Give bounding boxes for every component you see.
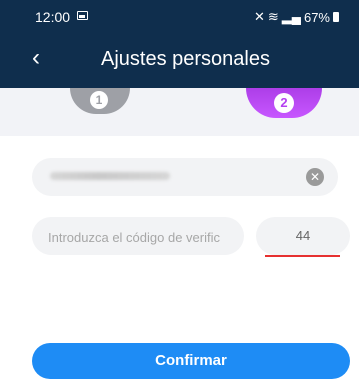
confirm-button[interactable]: Confirmar <box>32 343 350 379</box>
status-indicators: ✕ ≋ ▂▄ 67% <box>254 9 339 25</box>
step-1-number: 1 <box>90 91 108 109</box>
signal-icon: ▂▄ <box>281 9 301 24</box>
resend-countdown-button[interactable]: 44 <box>256 217 350 255</box>
step-indicator: 1 2 <box>0 88 359 136</box>
wifi-icon: ≋ <box>267 9 279 24</box>
countdown-underline <box>265 255 340 257</box>
app-header: ‹ Ajustes personales <box>0 34 359 88</box>
status-time: 12:00 <box>35 9 71 25</box>
gallery-notification-icon <box>77 11 88 20</box>
redacted-email-value <box>50 172 170 180</box>
mute-icon: ✕ <box>253 9 265 24</box>
countdown-value: 44 <box>295 228 311 243</box>
page-title: Ajustes personales <box>101 48 270 70</box>
status-bar: 12:00 ✕ ≋ ▂▄ 67% <box>0 0 359 34</box>
battery-level: 67% <box>303 9 330 25</box>
clear-icon[interactable]: ✕ <box>306 168 324 186</box>
step-2-number: 2 <box>274 93 294 113</box>
verification-code-input[interactable] <box>46 226 238 248</box>
step-2-tab: 2 <box>246 88 322 118</box>
battery-icon <box>333 12 339 22</box>
email-field[interactable]: ✕ <box>32 158 338 196</box>
step-1-tab: 1 <box>70 88 130 114</box>
verification-code-field[interactable] <box>32 217 244 255</box>
